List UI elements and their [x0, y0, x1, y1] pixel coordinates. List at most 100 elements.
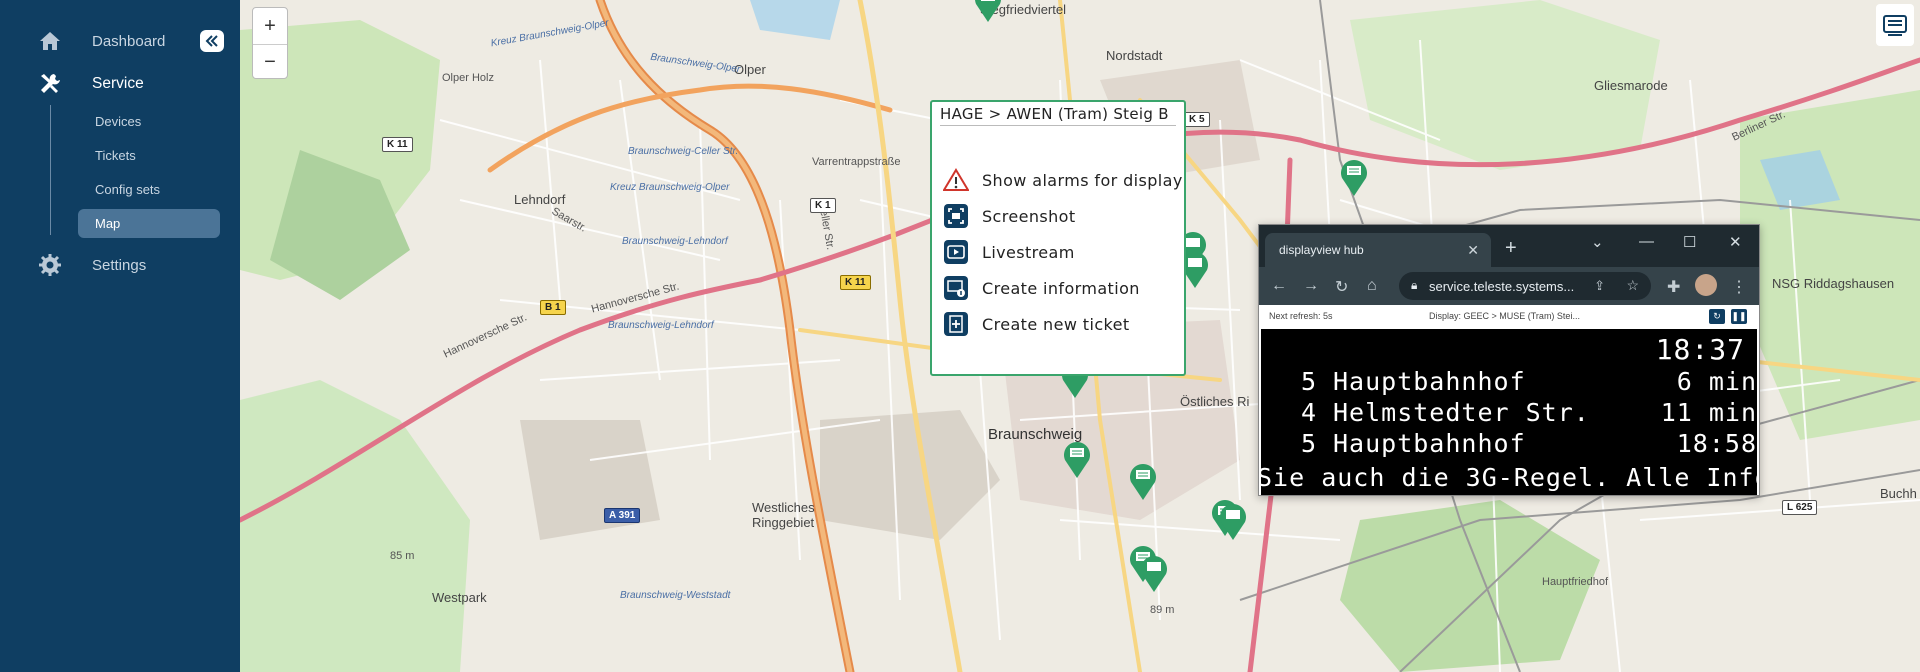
- browser-window: displayview hub ✕ + ⌄ — ☐ ✕ ← → ↻ ⌂ 🔒︎ s…: [1258, 224, 1760, 496]
- display-time: 18:37: [1655, 333, 1745, 366]
- sidebar-item-tickets[interactable]: Tickets: [78, 141, 220, 170]
- screenshot-button[interactable]: Screenshot: [942, 202, 1076, 230]
- reload-icon[interactable]: ↻: [1335, 277, 1348, 297]
- display-info-bar: Next refresh: 5s Display: GEEC > MUSE (T…: [1259, 305, 1759, 327]
- livestream-button[interactable]: Livestream: [942, 238, 1075, 266]
- map-label: Kreuz Braunschweig-Olper: [610, 182, 730, 193]
- browser-titlebar[interactable]: displayview hub ✕ + ⌄ — ☐ ✕: [1259, 225, 1759, 267]
- minimize-button[interactable]: —: [1639, 233, 1654, 250]
- display-marker-icon[interactable]: [1337, 156, 1371, 198]
- nav-item-label: Service: [92, 75, 144, 92]
- refresh-icon[interactable]: ↻: [1709, 309, 1725, 324]
- map-label: 89 m: [1150, 604, 1175, 616]
- address-bar[interactable]: 🔒︎ service.teleste.systems... ⇪ ☆: [1399, 272, 1651, 300]
- map-label: Olper Holz: [442, 72, 494, 84]
- map-label: Hauptfriedhof: [1542, 576, 1609, 588]
- double-chevron-left-icon: [205, 35, 218, 47]
- map-label: Östliches Ri: [1180, 394, 1250, 409]
- create-information-button[interactable]: Create information: [942, 274, 1140, 302]
- display-ticker: Sie auch die 3G-Regel. Alle Infos: www: [1261, 463, 1757, 492]
- map-label: Gliesmarode: [1594, 78, 1668, 93]
- tools-icon: [41, 74, 60, 93]
- tab-title: displayview hub: [1279, 243, 1364, 257]
- submenu-divider: [50, 105, 51, 235]
- profile-avatar[interactable]: [1695, 274, 1717, 296]
- sidebar-item-config-sets[interactable]: Config sets: [78, 175, 220, 204]
- map-label: Braunschweig-Lehndorf: [608, 320, 714, 331]
- new-tab-button[interactable]: +: [1505, 237, 1517, 260]
- map-label: Buchh: [1880, 486, 1917, 501]
- zoom-in-button[interactable]: +: [253, 8, 287, 44]
- more-menu-icon[interactable]: ⋮: [1731, 277, 1747, 297]
- departure-eta: 11 min: [1660, 398, 1757, 427]
- road-shield: B 1: [540, 300, 566, 315]
- browser-tab[interactable]: displayview hub ✕: [1265, 233, 1491, 267]
- departure-eta: 18:58: [1676, 429, 1757, 458]
- display-marker-icon[interactable]: [1216, 500, 1250, 542]
- road-shield: K 11: [840, 275, 871, 290]
- maximize-button[interactable]: ☐: [1683, 233, 1696, 251]
- display-marker-icon[interactable]: [1060, 438, 1094, 480]
- new-ticket-icon: [944, 312, 968, 336]
- road-shield: K 11: [382, 137, 413, 152]
- map-label: Braunschweig-Celler Str.: [628, 146, 739, 157]
- back-icon[interactable]: ←: [1271, 277, 1287, 295]
- next-refresh-text: Next refresh: 5s: [1269, 311, 1333, 321]
- warning-icon: [943, 168, 969, 191]
- tab-search-icon[interactable]: ⌄: [1591, 233, 1604, 251]
- nav-item-label: Dashboard: [92, 32, 166, 50]
- road-shield: A 391: [604, 508, 641, 523]
- pause-icon[interactable]: ❚❚: [1731, 309, 1747, 324]
- sidebar-item-map[interactable]: Map: [78, 209, 220, 238]
- popup-item-label: Show alarms for display: [982, 170, 1183, 190]
- display-name-text: Display: GEEC > MUSE (Tram) Stei...: [1429, 311, 1580, 321]
- create-ticket-button[interactable]: Create new ticket: [942, 310, 1130, 338]
- nav-item-label: Settings: [92, 256, 147, 274]
- popup-item-label: Livestream: [982, 242, 1075, 262]
- popup-title: HAGE > AWEN (Tram) Steig B: [940, 105, 1176, 126]
- popup-item-label: Screenshot: [982, 206, 1076, 226]
- bookmark-star-icon[interactable]: ☆: [1626, 277, 1639, 294]
- nav-item-service[interactable]: Service: [0, 67, 240, 101]
- road-shield: L 625: [1782, 500, 1818, 515]
- gear-icon: [39, 254, 61, 276]
- nav-item-settings[interactable]: Settings: [0, 248, 240, 282]
- lock-icon: 🔒︎: [1411, 278, 1418, 292]
- departure-row: 4 Helmstedter Str. 11 min: [1261, 398, 1757, 428]
- collapse-sidebar-button[interactable]: [200, 30, 224, 52]
- sidebar: Dashboard Service Devices Tickets Config…: [0, 0, 240, 672]
- show-alarms-button[interactable]: Show alarms for display: [942, 166, 1183, 194]
- departure-row: 5 Hauptbahnhof 18:58: [1261, 429, 1757, 459]
- home-icon: [40, 32, 60, 50]
- forward-icon[interactable]: →: [1303, 277, 1319, 295]
- road-shield: K 5: [1184, 112, 1210, 127]
- zoom-control: + −: [252, 7, 288, 79]
- map-label: NSG Riddagshausen: [1772, 276, 1895, 291]
- map-label: 85 m: [390, 550, 415, 562]
- departure-destination: Helmstedter Str.: [1333, 398, 1590, 427]
- home-icon[interactable]: ⌂: [1367, 277, 1377, 295]
- display-list-button[interactable]: [1876, 4, 1914, 46]
- passenger-display: 18:37 5 Hauptbahnhof 6 min 4 Helmstedter…: [1261, 329, 1757, 495]
- share-icon[interactable]: ⇪: [1594, 278, 1605, 294]
- browser-toolbar: ← → ↻ ⌂ 🔒︎ service.teleste.systems... ⇪ …: [1259, 267, 1759, 305]
- road-shield: K 1: [810, 198, 836, 213]
- map-label: Westpark: [432, 590, 487, 605]
- close-tab-icon[interactable]: ✕: [1467, 242, 1479, 259]
- display-popup: HAGE > AWEN (Tram) Steig B Show alarms f…: [930, 100, 1186, 376]
- departure-row: 5 Hauptbahnhof 6 min: [1261, 367, 1757, 397]
- departure-destination: Hauptbahnhof: [1333, 367, 1526, 396]
- livestream-icon: [944, 240, 968, 264]
- extensions-icon[interactable]: ✚: [1667, 277, 1680, 297]
- display-marker-icon[interactable]: [971, 0, 1005, 24]
- zoom-out-button[interactable]: −: [253, 44, 287, 80]
- display-marker-icon[interactable]: [1137, 552, 1171, 594]
- popup-item-label: Create new ticket: [982, 314, 1130, 334]
- display-marker-icon[interactable]: [1126, 460, 1160, 502]
- close-window-button[interactable]: ✕: [1729, 233, 1742, 251]
- map-label: Braunschweig-Lehndorf: [622, 236, 728, 247]
- departure-eta: 6 min: [1676, 367, 1757, 396]
- screenshot-icon: [944, 204, 968, 228]
- departure-destination: Hauptbahnhof: [1333, 429, 1526, 458]
- sidebar-item-devices[interactable]: Devices: [78, 107, 220, 136]
